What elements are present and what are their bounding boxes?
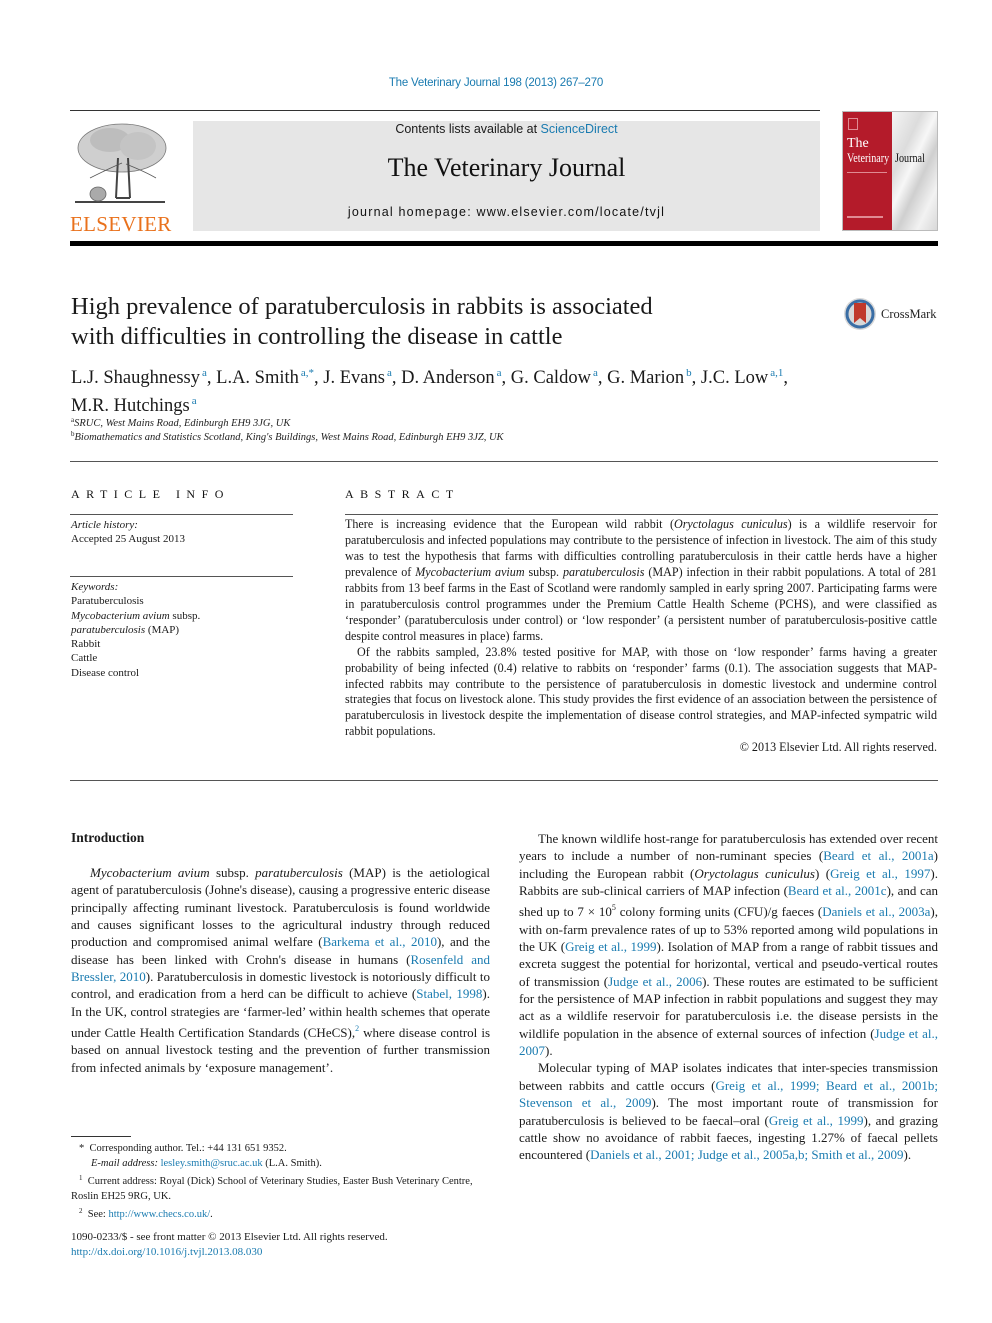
journal-banner: Contents lists available at ScienceDirec… <box>193 121 820 231</box>
keyword: Mycobacterium avium subsp. <box>71 609 201 622</box>
citation-link[interactable]: Daniels et al., 2001; Judge et al., 2005… <box>590 1147 903 1162</box>
keywords: Keywords: Paratuberculosis Mycobacterium… <box>71 580 200 680</box>
keywords-label: Keywords: <box>71 581 119 593</box>
sciencedirect-link[interactable]: ScienceDirect <box>541 122 618 136</box>
journal-homepage: journal homepage: www.elsevier.com/locat… <box>193 205 820 219</box>
abstract-body: There is increasing evidence that the Eu… <box>345 517 937 756</box>
homepage-prefix: journal homepage: <box>347 205 477 219</box>
footnote-rule <box>71 1136 131 1137</box>
elsevier-tree-icon <box>75 123 167 203</box>
abstract-heading: ABSTRACT <box>345 487 460 501</box>
author[interactable]: D. Anderson a <box>401 367 501 388</box>
citation-link[interactable]: Stabel, 1998 <box>416 986 482 1001</box>
doi-link[interactable]: http://dx.doi.org/10.1016/j.tvjl.2013.08… <box>71 1246 262 1258</box>
keyword: Rabbit <box>71 638 101 651</box>
cover-title-the: The <box>847 136 869 151</box>
email-link[interactable]: lesley.smith@sruc.ac.uk <box>161 1158 263 1169</box>
running-head[interactable]: The Veterinary Journal 198 (2013) 267–27… <box>0 77 992 89</box>
journal-name: The Veterinary Journal <box>387 153 626 182</box>
citation-link[interactable]: Daniels et al., 2003a <box>822 904 930 919</box>
header-rule <box>70 110 820 111</box>
title-line-2: with difficulties in controlling the dis… <box>71 323 563 350</box>
affiliation: bBiomathematics and Statistics Scotland,… <box>71 430 504 443</box>
journal-cover-thumbnail[interactable]: The Veterinary Journal <box>842 111 938 231</box>
article-history: Article history: Accepted 25 August 2013 <box>71 518 185 547</box>
article-info-heading: ARTICLE INFO <box>71 487 230 501</box>
citation-link[interactable]: Beard et al., 2001a <box>823 848 933 863</box>
introduction-left-column: Mycobacterium avium subsp. paratuberculo… <box>71 864 490 1076</box>
author[interactable]: L.A. Smith a,* <box>216 367 314 388</box>
citation-link[interactable]: Greig et al., 1999 <box>565 939 656 954</box>
citation-link[interactable]: Beard et al., 2001c <box>788 883 887 898</box>
citation-link[interactable]: Judge et al., 2006 <box>608 974 702 989</box>
author-list: L.J. Shaughnessy a, L.A. Smith a,*, J. Eva… <box>71 367 788 416</box>
introduction-heading: Introduction <box>71 830 145 845</box>
history-value: Accepted 25 August 2013 <box>71 533 185 546</box>
author[interactable]: J. Evans a <box>323 367 392 388</box>
footnotes: * Corresponding author. Tel.: +44 131 65… <box>71 1141 491 1222</box>
keyword: Paratuberculosis <box>71 595 144 608</box>
front-matter: 1090-0233/$ - see front matter © 2013 El… <box>71 1230 491 1259</box>
citation-link[interactable]: Greig et al., 1997 <box>830 866 930 881</box>
abstract-rule <box>345 514 938 515</box>
author[interactable]: J.C. Low a,1 <box>701 367 783 388</box>
cover-title-veterinary: Veterinary <box>847 150 890 165</box>
checs-link[interactable]: http://www.checs.co.uk/ <box>108 1209 210 1220</box>
abstract-paragraph: Of the rabbits sampled, 23.8% tested pos… <box>345 644 937 739</box>
citation-link[interactable]: Barkema et al., 2010 <box>323 934 437 949</box>
header-thick-rule <box>70 241 938 246</box>
affiliation: aSRUC, West Mains Road, Edinburgh EH9 3J… <box>71 416 291 429</box>
citation-link[interactable]: Greig et al., 1999 <box>769 1113 864 1128</box>
cover-footer-mark <box>847 216 883 218</box>
cover-emblem-icon <box>848 118 858 130</box>
elsevier-wordmark: ELSEVIER <box>70 212 172 236</box>
cover-red-panel: The Veterinary <box>843 112 892 230</box>
author[interactable]: L.J. Shaughnessy a <box>71 367 207 388</box>
abstract-copyright: © 2013 Elsevier Ltd. All rights reserved… <box>739 740 937 755</box>
cover-title-journal: Journal <box>894 150 925 165</box>
article-info-rule <box>70 514 293 515</box>
footnote-1: 1 Current address: Royal (Dick) School o… <box>71 1174 473 1202</box>
crossmark-label: CrossMark <box>881 306 937 321</box>
cover-rule <box>847 172 887 173</box>
title-line-1: High prevalence of paratuberculosis in r… <box>71 293 653 320</box>
author[interactable]: G. Marion b <box>607 367 692 388</box>
contents-prefix: Contents lists available at <box>395 122 541 136</box>
crossmark-icon <box>844 298 876 330</box>
body-paragraph: Mycobacterium avium subsp. paratuberculo… <box>71 865 491 1075</box>
body-paragraph: Molecular typing of MAP isolates indicat… <box>519 1060 938 1163</box>
keywords-rule <box>70 576 293 577</box>
homepage-link[interactable]: www.elsevier.com/locate/tvjl <box>477 205 666 219</box>
cover-marble-panel: Journal <box>891 112 937 230</box>
elsevier-logo[interactable]: ELSEVIER <box>70 118 172 236</box>
keyword: Disease control <box>71 666 140 679</box>
author[interactable]: G. Caldow a <box>511 367 598 388</box>
footnote-corresponding: * Corresponding author. Tel.: +44 131 65… <box>79 1143 287 1154</box>
abstract-bottom-rule <box>70 780 938 781</box>
footnote-2: 2 See: http://www.checs.co.uk/. <box>79 1207 213 1220</box>
body-paragraph: The known wildlife host-range for paratu… <box>519 831 939 1059</box>
issn-line: 1090-0233/$ - see front matter © 2013 El… <box>71 1231 388 1243</box>
affiliation-rule <box>70 461 938 462</box>
introduction-right-column: The known wildlife host-range for paratu… <box>519 830 938 1164</box>
keyword: paratuberculosis (MAP) <box>71 623 180 636</box>
article-title: High prevalence of paratuberculosis in r… <box>71 292 771 352</box>
history-label: Article history: <box>71 519 138 531</box>
keyword: Cattle <box>71 652 98 665</box>
abstract-paragraph: There is increasing evidence that the Eu… <box>345 517 937 643</box>
contents-line: Contents lists available at ScienceDirec… <box>193 122 820 136</box>
footnote-email: E-mail address: lesley.smith@sruc.ac.uk … <box>91 1158 322 1169</box>
crossmark-badge[interactable]: CrossMark <box>843 297 937 331</box>
author[interactable]: M.R. Hutchings a <box>71 395 197 416</box>
